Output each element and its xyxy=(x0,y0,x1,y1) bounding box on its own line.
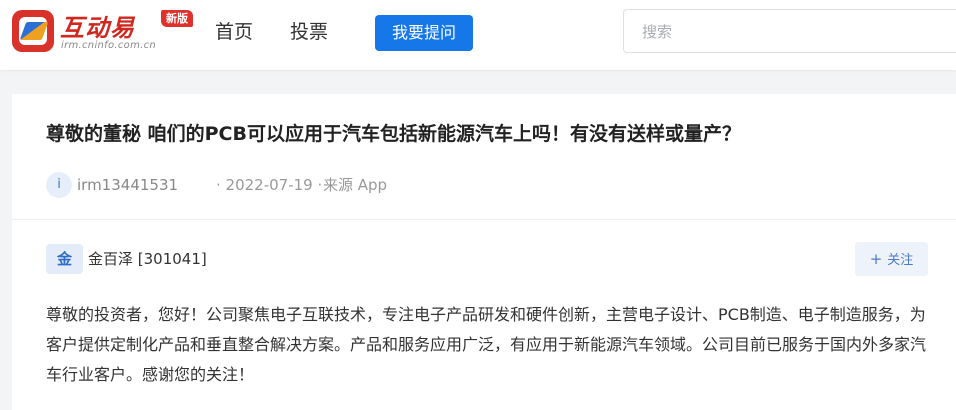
asker-avatar: i xyxy=(46,172,72,198)
company-name[interactable]: 金百泽 [301041] xyxy=(88,250,207,268)
nav-vote[interactable]: 投票 xyxy=(290,19,328,45)
qa-card: 尊敬的董秘 咱们的PCB可以应用于汽车包括新能源汽车上吗！有没有送样或量产？ i… xyxy=(12,94,956,410)
search-input[interactable]: 搜索 xyxy=(623,9,956,53)
asker-username[interactable]: irm13441531 xyxy=(77,176,178,194)
new-version-badge: 新版 xyxy=(161,10,193,27)
search-placeholder: 搜索 xyxy=(642,23,673,41)
question-source: 来源 App xyxy=(323,176,388,194)
section-divider xyxy=(12,219,956,220)
logo-subtitle: irm.cninfo.com.cn xyxy=(61,40,157,51)
answer-text: 尊敬的投资者，您好！公司聚焦电子互联技术，专注电子产品研发和硬件创新，主营电子设… xyxy=(46,305,927,384)
company-avatar: 金 xyxy=(46,244,83,274)
nav-home[interactable]: 首页 xyxy=(215,19,253,45)
question-date: · 2022-07-19 · xyxy=(216,176,323,194)
site-logo[interactable]: 互动易 新版 irm.cninfo.com.cn xyxy=(10,8,200,56)
ask-question-button[interactable]: 我要提问 xyxy=(375,15,473,51)
question-title: 尊敬的董秘 咱们的PCB可以应用于汽车包括新能源汽车上吗！有没有送样或量产？ xyxy=(46,123,741,145)
plus-icon: + xyxy=(869,250,883,268)
follow-label: 关注 xyxy=(887,253,914,268)
follow-button[interactable]: + 关注 xyxy=(855,242,928,276)
top-header: 互动易 新版 irm.cninfo.com.cn 首页 投票 我要提问 搜索 xyxy=(0,0,956,70)
logo-title: 互动易 xyxy=(60,14,135,42)
logo-mark-icon xyxy=(12,10,54,52)
